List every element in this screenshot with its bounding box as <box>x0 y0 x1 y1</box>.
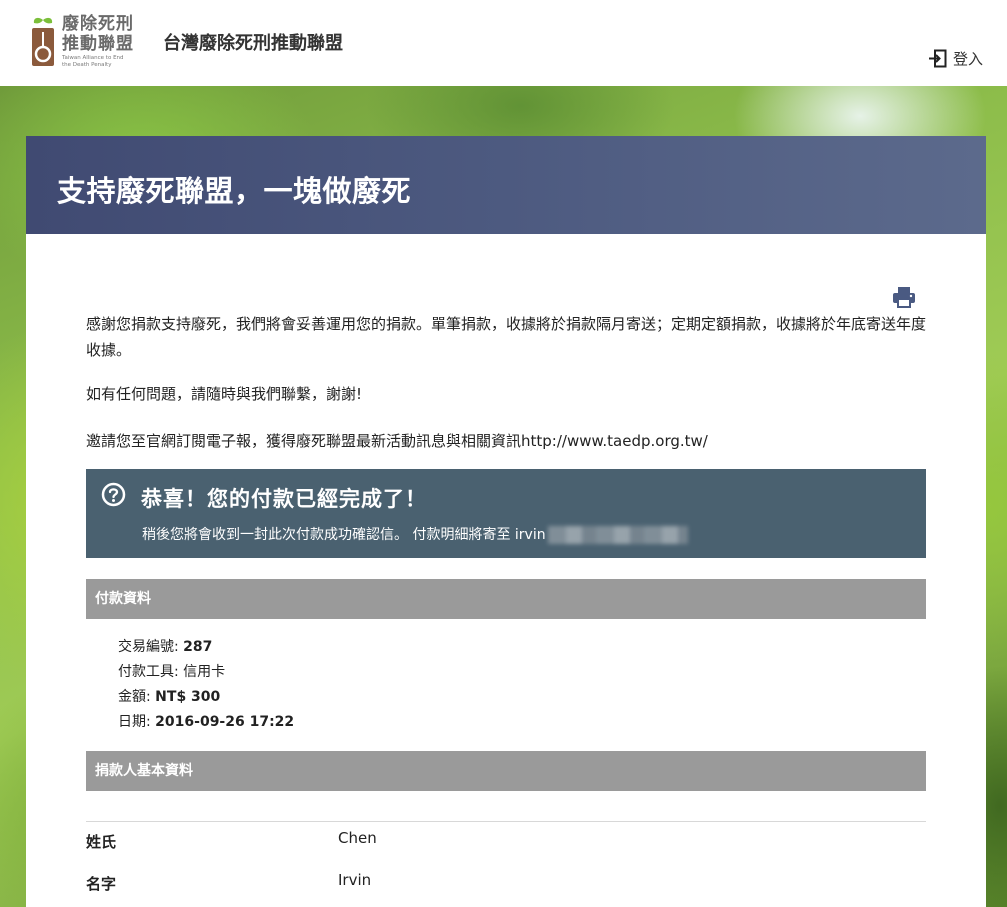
question-circle-icon <box>101 482 126 507</box>
page-title: 支持廢死聯盟，一塊做廢死 <box>57 174 412 208</box>
transaction-id-row: 交易編號: 287 <box>118 635 294 660</box>
success-title: 恭喜！您的付款已經完成了！ <box>141 487 427 511</box>
donor-section-heading: 捐款人基本資料 <box>86 751 926 791</box>
field-label: 日期: <box>118 714 151 730</box>
page-header-band: 支持廢死聯盟，一塊做廢死 <box>26 136 986 234</box>
field-label: 付款工具: <box>118 664 179 680</box>
main-card: 支持廢死聯盟，一塊做廢死 感謝您捐款支持廢死，我們將會妥善運用您的捐款。單筆捐款… <box>26 136 986 907</box>
logo-cn-line1: 廢除死刑 <box>62 14 134 34</box>
newsletter-paragraph: 邀請您至官網訂閱電子報，獲得廢死聯盟最新活動訊息與相關資訊http://www.… <box>86 432 708 450</box>
amount-row: 金額: NT$ 300 <box>118 685 294 710</box>
redacted-email <box>547 526 688 544</box>
last-name-label: 姓氏 <box>86 833 117 851</box>
payment-method-row: 付款工具: 信用卡 <box>118 660 294 685</box>
logo-cn-line2: 推動聯盟 <box>62 34 134 54</box>
logo-subtitle: Taiwan Alliance to End the Death Penalty <box>62 55 152 68</box>
payment-details: 交易編號: 287 付款工具: 信用卡 金額: NT$ 300 日期: 2016… <box>118 635 294 735</box>
payment-success-banner: 恭喜！您的付款已經完成了！ 稍後您將會收到一封此次付款成功確認信。 付款明細將寄… <box>86 469 926 558</box>
date-row: 日期: 2016-09-26 17:22 <box>118 710 294 735</box>
divider <box>86 821 926 822</box>
transaction-id-value: 287 <box>183 639 213 655</box>
last-name-value: Chen <box>338 829 377 847</box>
sign-in-icon <box>929 49 947 67</box>
contact-paragraph: 如有任何問題，請隨時與我們聯繫，謝謝! <box>86 385 363 403</box>
field-label: 交易編號: <box>118 639 179 655</box>
login-button[interactable]: 登入 <box>928 47 983 69</box>
logo-text: 廢除死刑 推動聯盟 <box>62 14 134 54</box>
top-header: 廢除死刑 推動聯盟 Taiwan Alliance to End the Dea… <box>0 0 1007 86</box>
logo-icon <box>30 14 56 68</box>
payment-method-value: 信用卡 <box>183 664 226 680</box>
amount-value: NT$ 300 <box>155 689 221 705</box>
success-subtitle: 稍後您將會收到一封此次付款成功確認信。 付款明細將寄至 irvin <box>142 524 688 544</box>
logo-en-line2: the Death Penalty <box>62 61 112 68</box>
field-label: 金額: <box>118 689 151 705</box>
first-name-value: Irvin <box>338 871 372 889</box>
first-name-label: 名字 <box>86 875 117 893</box>
print-icon[interactable] <box>892 286 916 308</box>
success-message: 稍後您將會收到一封此次付款成功確認信。 付款明細將寄至 irvin <box>142 527 546 543</box>
login-label: 登入 <box>953 49 984 68</box>
date-value: 2016-09-26 17:22 <box>155 714 295 730</box>
site-logo[interactable]: 廢除死刑 推動聯盟 Taiwan Alliance to End the Dea… <box>30 14 148 70</box>
thanks-paragraph: 感謝您捐款支持廢死，我們將會妥善運用您的捐款。單筆捐款，收據將於捐款隔月寄送；定… <box>86 315 927 359</box>
payment-section-heading: 付款資料 <box>86 579 926 619</box>
site-title[interactable]: 台灣廢除死刑推動聯盟 <box>163 29 343 55</box>
